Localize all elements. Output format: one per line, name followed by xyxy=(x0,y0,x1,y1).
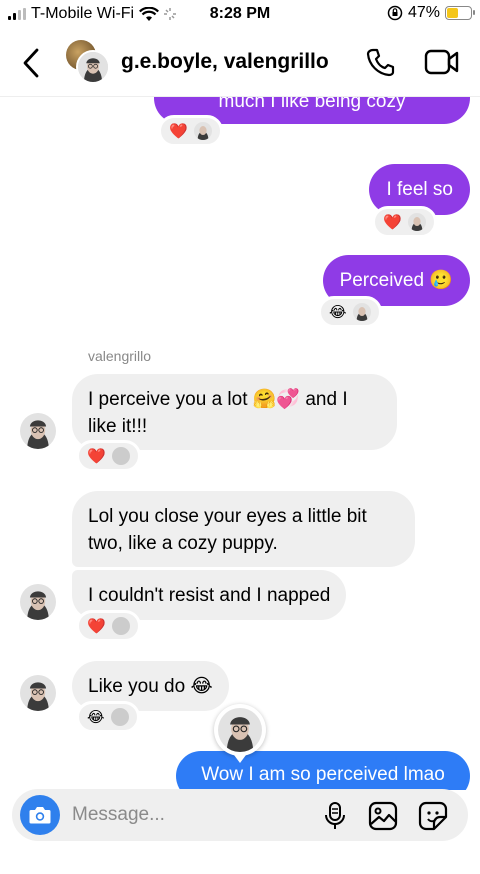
reaction-pill[interactable]: ❤️ xyxy=(76,610,141,642)
received-message[interactable]: Lol you close your eyes a little bit two… xyxy=(72,491,415,567)
camera-icon xyxy=(29,807,51,824)
battery-percent: 47% xyxy=(407,4,440,21)
reactor-avatar xyxy=(193,122,212,140)
reaction-emoji: ❤️ xyxy=(383,214,402,231)
message-composer xyxy=(12,789,468,841)
back-chevron-icon[interactable] xyxy=(20,46,44,80)
reactor-avatar xyxy=(352,303,371,321)
reactor-avatar xyxy=(111,617,130,635)
message-text: I couldn't resist and I napped xyxy=(88,585,331,606)
message-text: Perceived 🥲 xyxy=(339,270,453,291)
reaction-emoji: ❤️ xyxy=(87,618,106,635)
avatar-valengrillo xyxy=(76,50,110,84)
reactor-avatar xyxy=(110,708,129,726)
phone-icon[interactable] xyxy=(364,46,396,78)
avatar-valengrillo[interactable] xyxy=(20,675,56,711)
reaction-pill[interactable]: 😂 xyxy=(76,701,140,733)
camera-button[interactable] xyxy=(20,795,60,835)
message-text: I perceive you a lot 🤗💞 and I like it!!! xyxy=(88,389,348,437)
reaction-pill[interactable]: ❤️ xyxy=(76,440,141,472)
avatar-valengrillo[interactable] xyxy=(20,584,56,620)
reaction-pill[interactable]: ❤️ xyxy=(372,206,437,238)
sender-name: valengrillo xyxy=(88,348,152,364)
reaction-emoji: ❤️ xyxy=(169,123,188,140)
reaction-emoji: ❤️ xyxy=(87,448,106,465)
status-bar: T-Mobile Wi-Fi 8:28 PM 47% xyxy=(0,0,480,30)
group-avatar[interactable] xyxy=(66,40,110,84)
message-text: Lol you close your eyes a little bit two… xyxy=(88,506,367,554)
battery-icon xyxy=(445,6,475,20)
video-icon[interactable] xyxy=(424,48,460,76)
microphone-icon[interactable] xyxy=(322,801,348,831)
message-text: I feel so xyxy=(386,179,453,200)
message-text: Wow I am so perceived lmao xyxy=(201,764,445,785)
received-message[interactable]: I perceive you a lot 🤗💞 and I like it!!! xyxy=(72,374,397,450)
chat-header: g.e.boyle, valengrillo xyxy=(0,30,480,96)
status-right: 47% xyxy=(387,4,475,22)
reactor-avatar xyxy=(407,213,426,231)
seen-by-avatar xyxy=(214,704,266,763)
reaction-emoji: 😂 xyxy=(329,304,347,321)
message-input[interactable] xyxy=(72,802,312,828)
conversation-title[interactable]: g.e.boyle, valengrillo xyxy=(121,50,329,74)
reaction-pill[interactable]: 😂 xyxy=(318,296,382,328)
sticker-icon[interactable] xyxy=(418,801,448,831)
reaction-emoji: 😂 xyxy=(87,709,105,726)
reactor-avatar xyxy=(111,447,130,465)
orientation-lock-icon xyxy=(387,5,403,21)
gallery-icon[interactable] xyxy=(368,801,398,831)
reaction-pill[interactable]: ❤️ xyxy=(158,115,223,147)
avatar-valengrillo[interactable] xyxy=(20,413,56,449)
message-text: Like you do 😂 xyxy=(88,676,213,697)
